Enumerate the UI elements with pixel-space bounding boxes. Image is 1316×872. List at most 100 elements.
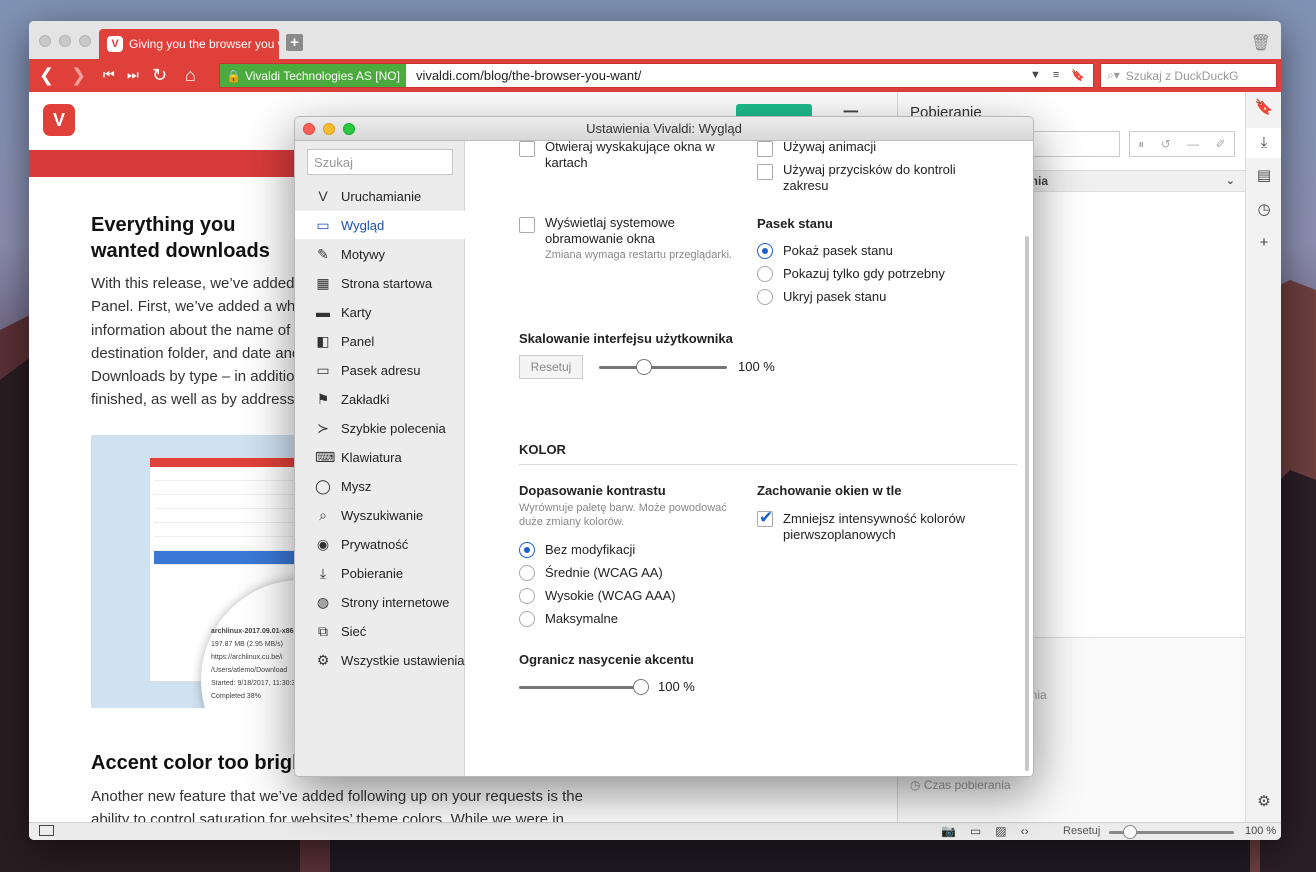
search-placeholder: Szukaj z DuckDuckG — [1125, 68, 1239, 83]
remove-icon[interactable]: — — [1187, 137, 1199, 151]
notes-panel-icon[interactable]: ▤ — [1246, 166, 1281, 184]
settings-nav-item[interactable]: ◯ Mysz — [295, 472, 465, 500]
settings-nav-item[interactable]: ◉ Prywatność — [295, 530, 465, 558]
accent-saturation-handle[interactable] — [633, 679, 649, 695]
contrast-medium-radio[interactable] — [519, 565, 535, 581]
settings-nav-item[interactable]: ✎ Motywy — [295, 240, 465, 268]
range-buttons-checkbox[interactable] — [757, 164, 773, 180]
status-show-radio[interactable] — [757, 243, 773, 259]
zoom-reset-button[interactable]: Resetuj — [1063, 825, 1100, 837]
scaling-reset-button[interactable]: Resetuj — [519, 355, 583, 379]
dim-colors-checkbox[interactable] — [757, 508, 773, 528]
settings-search-input[interactable]: Szukaj — [307, 149, 453, 175]
contrast-max-label: Maksymalne — [545, 611, 618, 626]
settings-nav-item[interactable]: ▦ Strona startowa — [295, 269, 465, 297]
settings-nav-item[interactable]: ▭ Wygląd — [295, 211, 465, 239]
popups-checkbox[interactable] — [519, 141, 535, 157]
reader-view-icon[interactable]: ≡ — [1053, 69, 1059, 82]
contrast-high-radio[interactable] — [519, 588, 535, 604]
maximize-window-button[interactable] — [79, 35, 91, 47]
maximize-dialog-button[interactable] — [343, 123, 355, 135]
downloads-panel-icon[interactable]: ⤓ — [1246, 128, 1281, 158]
status-when-needed-radio[interactable] — [757, 266, 773, 282]
contrast-max-radio[interactable] — [519, 611, 535, 627]
contrast-none-radio[interactable] — [519, 542, 535, 558]
settings-nav-item[interactable]: ⚙ Wszystkie ustawienia — [295, 646, 465, 674]
close-dialog-button[interactable] — [303, 123, 315, 135]
settings-nav-icon: ▦ — [316, 274, 330, 291]
settings-nav-item[interactable]: V Uruchamianie — [295, 182, 465, 210]
zoom-slider-handle[interactable] — [1123, 825, 1137, 839]
settings-scrollbar[interactable] — [1025, 236, 1029, 771]
trash-icon[interactable]: 🗑 — [1251, 33, 1271, 53]
pause-icon[interactable]: ⏸ — [1138, 137, 1144, 152]
downloads-filter-input[interactable] — [1022, 131, 1120, 157]
accent-saturation-slider[interactable] — [519, 686, 641, 689]
search-field[interactable]: ⌕▾ Szukaj z DuckDuckG — [1100, 63, 1277, 88]
settings-nav-item[interactable]: ⚑ Zakładki — [295, 385, 465, 413]
dropdown-icon[interactable]: ▼ — [1030, 69, 1041, 82]
code-icon[interactable]: ‹› — [1021, 824, 1029, 838]
settings-nav-label: Pasek adresu — [341, 362, 421, 378]
camera-icon[interactable]: 📷 — [941, 824, 956, 838]
settings-nav-icon: ⚙ — [316, 651, 330, 668]
lens-line: Completed 38% — [211, 693, 261, 700]
settings-titlebar: Ustawienia Vivaldi: Wygląd — [295, 117, 1033, 141]
article-line: ability to control saturation for websit… — [91, 811, 564, 822]
settings-nav-icon: ⌨ — [315, 448, 336, 465]
history-panel-icon[interactable]: ◷ — [1246, 200, 1281, 218]
panel-toggle-icon[interactable] — [39, 825, 54, 836]
settings-nav-item[interactable]: ≻ Szybkie polecenia — [295, 414, 465, 442]
settings-nav-item[interactable]: ◍ Strony internetowe — [295, 588, 465, 616]
reload-button[interactable]: ↻ — [152, 63, 167, 87]
tab-active[interactable]: V Giving you the browser you w — [99, 29, 279, 59]
settings-nav-item[interactable]: ▬ Karty — [295, 298, 465, 326]
settings-nav-icon: ▭ — [316, 216, 330, 233]
settings-nav-icon: ≻ — [317, 419, 329, 436]
settings-nav-icon: ◍ — [316, 593, 330, 610]
settings-nav-item[interactable]: ⌨ Klawiatura — [295, 443, 465, 471]
settings-nav-item[interactable]: ▭ Pasek adresu — [295, 356, 465, 384]
settings-nav-icon: ⧉ — [318, 622, 328, 639]
settings-nav-label: Karty — [341, 304, 372, 320]
scaling-slider-handle[interactable] — [635, 359, 652, 375]
forward-button[interactable]: ❯ — [71, 63, 86, 87]
settings-nav-item[interactable]: ⧉ Sieć — [295, 617, 465, 645]
clean-icon[interactable]: ✐ — [1216, 137, 1226, 151]
contrast-none-label: Bez modyfikacji — [545, 542, 636, 557]
fast-forward-button[interactable]: ⏭ — [127, 63, 139, 87]
settings-nav-item[interactable]: ⌕ Wyszukiwanie — [295, 501, 465, 529]
window-icon[interactable]: ▭ — [970, 824, 981, 838]
rewind-button[interactable]: ⏮ — [103, 63, 115, 87]
url-field[interactable]: 🔒 Vivaldi Technologies AS [NO] vivaldi.c… — [219, 63, 1094, 88]
settings-nav-icon: ✎ — [317, 245, 329, 262]
settings-nav-item[interactable]: ◧ Panel — [295, 327, 465, 355]
settings-gear-icon[interactable]: ⚙ — [1246, 792, 1281, 810]
settings-nav-item[interactable]: ⤓ Pobieranie — [295, 559, 465, 587]
minimize-dialog-button[interactable] — [323, 123, 335, 135]
add-panel-icon[interactable]: + — [1246, 234, 1281, 251]
bookmark-icon[interactable]: 🔖 — [1071, 69, 1085, 82]
back-button[interactable]: ❮ — [39, 63, 54, 87]
close-window-button[interactable] — [39, 35, 51, 47]
article-line: destination folder, and date and — [91, 344, 301, 362]
settings-nav-label: Mysz — [341, 478, 372, 494]
dialog-window-controls — [303, 123, 355, 135]
minimize-window-button[interactable] — [59, 35, 71, 47]
url-text[interactable]: vivaldi.com/blog/the-browser-you-want/ — [416, 68, 1030, 83]
settings-nav-label: Prywatność — [341, 536, 409, 552]
vivaldi-logo[interactable]: V — [43, 104, 75, 136]
dim-colors-label: Zmniejsz intensywność kolorów pierwszopl… — [783, 511, 966, 542]
image-icon[interactable]: ▨ — [995, 824, 1006, 838]
chevron-down-icon[interactable]: ⌄ — [1226, 171, 1235, 191]
home-button[interactable]: ⌂ — [185, 63, 196, 87]
bookmarks-panel-icon[interactable]: 🔖 — [1246, 98, 1281, 116]
scaling-slider[interactable] — [599, 366, 727, 369]
site-certificate[interactable]: 🔒 Vivaldi Technologies AS [NO] — [220, 64, 406, 87]
range-buttons-label: Używaj przycisków do kontroli zakresu — [783, 162, 956, 193]
new-tab-button[interactable]: + — [286, 34, 303, 51]
system-frame-checkbox[interactable] — [519, 217, 535, 233]
status-hide-radio[interactable] — [757, 289, 773, 305]
retry-icon[interactable]: ↺ — [1161, 137, 1171, 151]
animations-checkbox[interactable] — [757, 141, 773, 157]
